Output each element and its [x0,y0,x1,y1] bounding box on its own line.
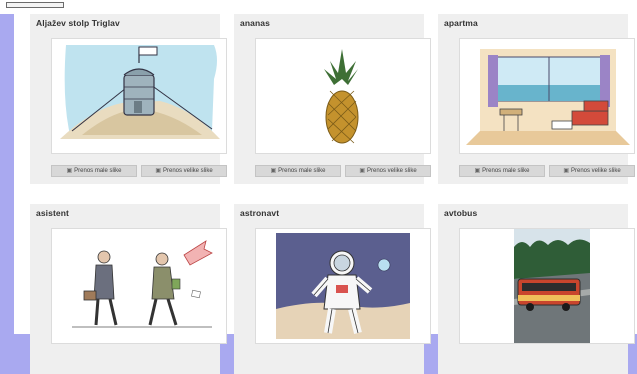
card-image-frame[interactable] [51,228,227,344]
download-small-button[interactable]: ▣ Prenos male slike [459,165,545,177]
assistant-illustration [52,229,226,343]
card-title: asistent [36,208,69,218]
aljazev-stolp-illustration [52,39,226,153]
image-icon: ▣ [155,168,161,174]
image-icon: ▣ [474,168,481,174]
card-image-frame[interactable] [459,38,635,154]
gallery-card: avtobus [438,204,635,374]
gallery-card: asistent [30,204,227,374]
download-large-button[interactable]: ▣ Prenos velike slike [549,165,635,177]
button-label: Prenos male slike [278,168,326,174]
button-label: Prenos male slike [482,168,530,174]
download-buttons: ▣ Prenos male slike ▣ Prenos velike slike [459,165,635,177]
download-large-button[interactable]: ▣ Prenos velike slike [345,165,431,177]
card-title: Aljažev stolp Triglav [36,18,120,28]
button-label: Prenos male slike [74,168,122,174]
card-title: astronavt [240,208,280,218]
gallery-card: ananas ▣ Prenos male slike ▣ Prenos velike… [234,14,431,184]
astronaut-illustration [256,229,430,343]
gallery-card: astronavt [234,204,431,374]
gallery-card: apartma ▣ Prenos male slike ▣ Prenos vel… [438,14,635,184]
pineapple-illustration [256,39,430,153]
download-buttons: ▣ Prenos male slike ▣ Prenos velike slike [255,165,431,177]
card-title: avtobus [444,208,478,218]
button-label: Prenos velike slike [366,168,417,174]
bus-photo [460,229,634,343]
button-label: Prenos velike slike [570,168,621,174]
download-large-button[interactable]: ▣ Prenos velike slike [141,165,227,177]
download-small-button[interactable]: ▣ Prenos male slike [51,165,137,177]
image-icon: ▣ [66,168,73,174]
button-label: Prenos velike slike [162,168,213,174]
card-image-frame[interactable] [51,38,227,154]
download-buttons: ▣ Prenos male slike ▣ Prenos velike slike [51,165,227,177]
gallery-content: Aljažev stolp Triglav ▣Prenos male slik [14,8,637,374]
image-icon: ▣ [270,168,277,174]
card-title: apartma [444,18,478,28]
download-small-button[interactable]: ▣ Prenos male slike [255,165,341,177]
gallery-card: Aljažev stolp Triglav ▣Prenos male slik [30,14,227,184]
image-icon: ▣ [563,168,569,174]
card-title: ananas [240,18,270,28]
card-image-frame[interactable] [255,228,431,344]
card-image-frame[interactable] [459,228,635,344]
apartment-room-illustration [460,39,634,153]
card-image-frame[interactable] [255,38,431,154]
image-icon: ▣ [359,168,365,174]
